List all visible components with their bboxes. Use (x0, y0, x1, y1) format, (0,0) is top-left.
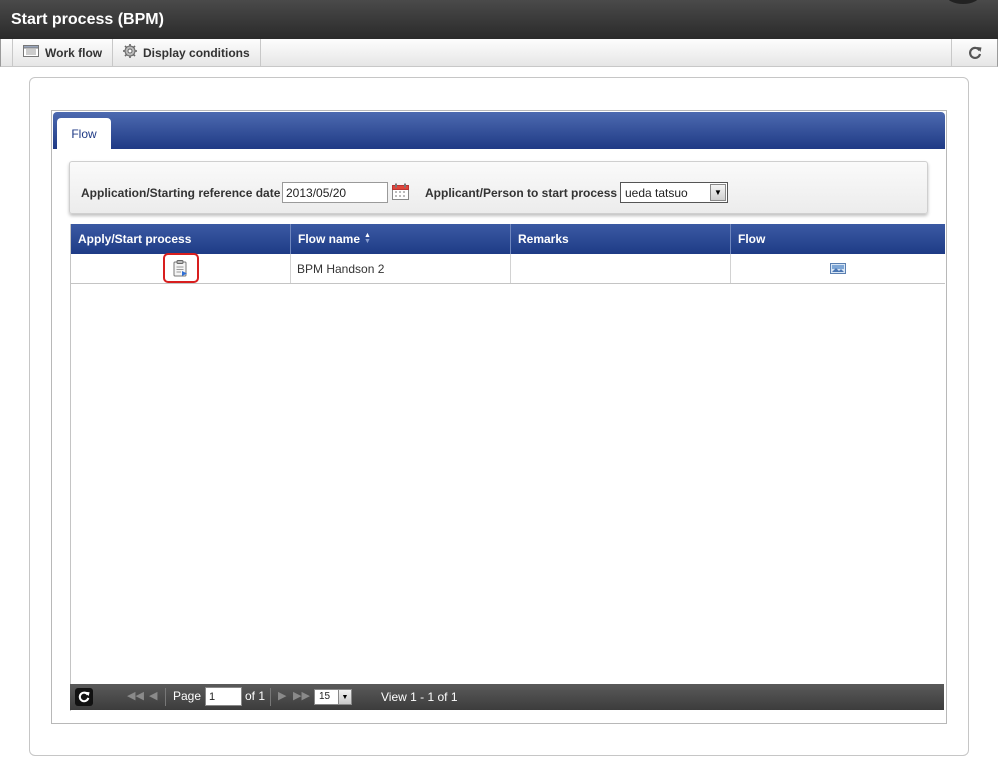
flow-name-cell: BPM Handson 2 (291, 254, 511, 283)
workflow-button[interactable]: Work flow (12, 39, 114, 66)
reference-date-input[interactable] (282, 182, 388, 203)
pager-separator (270, 688, 271, 706)
flow-grid: Apply/Start process Flow name ▲ ▼ Remarks… (70, 224, 945, 711)
refresh-button[interactable] (951, 39, 997, 66)
column-header-remarks[interactable]: Remarks (511, 224, 731, 254)
image-icon[interactable] (830, 263, 846, 274)
tab-flow[interactable]: Flow (57, 118, 111, 149)
rows-per-page-select[interactable]: 15 ▼ (314, 689, 352, 705)
window-title: Start process (BPM) (11, 11, 164, 28)
column-header-flow-name-label: Flow name (298, 232, 361, 246)
column-header-apply[interactable]: Apply/Start process (71, 224, 291, 254)
display-conditions-button[interactable]: Display conditions (113, 39, 261, 66)
applicant-select[interactable]: ueda tatsuo ▼ (620, 182, 728, 203)
column-header-flow[interactable]: Flow (731, 224, 945, 254)
apply-start-button[interactable] (162, 253, 199, 283)
title-bar: Start process (BPM) (0, 0, 998, 39)
applicant-select-value: ueda tatsuo (625, 186, 688, 200)
search-conditions: Application/Starting reference date Appl… (69, 161, 928, 214)
chevron-down-icon: ▼ (338, 690, 351, 704)
pager-separator (165, 688, 166, 706)
display-conditions-label: Display conditions (143, 45, 250, 60)
refresh-icon (78, 691, 90, 703)
column-header-flow-name[interactable]: Flow name ▲ ▼ (291, 224, 511, 254)
gear-icon (123, 44, 137, 61)
list-icon (23, 45, 39, 60)
pager: ◀◀ ◀ Page of 1 ▶ ▶▶ 15 ▼ View 1 - 1 of 1 (70, 684, 944, 710)
prev-page-icon[interactable]: ◀ (149, 689, 157, 702)
sort-icon: ▲ ▼ (364, 232, 371, 245)
toolbar: Work flow Display conditions (0, 39, 998, 67)
flow-cell (731, 254, 945, 283)
corner-decoration (946, 0, 980, 4)
first-page-icon[interactable]: ◀◀ (127, 689, 144, 702)
table-row: BPM Handson 2 (71, 253, 945, 284)
calendar-icon[interactable] (392, 183, 409, 200)
last-page-icon[interactable]: ▶▶ (293, 689, 310, 702)
page-of-label: of 1 (245, 689, 266, 703)
grid-header: Apply/Start process Flow name ▲ ▼ Remarks… (71, 224, 945, 254)
pager-refresh-button[interactable] (75, 688, 93, 706)
tab-bar: Flow (53, 112, 945, 149)
remarks-cell (511, 254, 731, 283)
apply-cell (71, 253, 291, 283)
next-page-icon[interactable]: ▶ (278, 689, 286, 702)
page-label: Page (173, 689, 202, 703)
view-count-text: View 1 - 1 of 1 (381, 690, 458, 704)
refresh-icon (968, 46, 981, 59)
workflow-button-label: Work flow (45, 45, 103, 60)
chevron-down-icon: ▼ (710, 184, 726, 201)
date-label: Application/Starting reference date (81, 186, 281, 200)
page-number-input[interactable] (205, 687, 242, 706)
rows-per-page-value: 15 (319, 691, 331, 702)
clipboard-icon (173, 259, 187, 276)
applicant-label: Applicant/Person to start process (425, 186, 618, 200)
